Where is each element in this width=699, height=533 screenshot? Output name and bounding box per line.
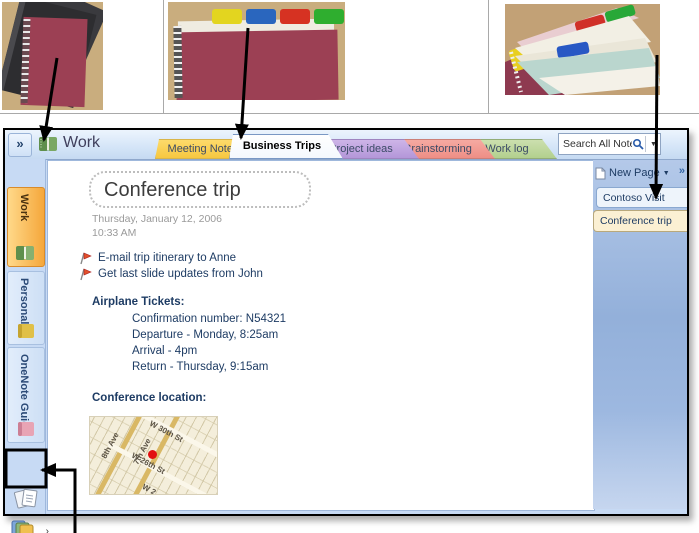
todo-text: E-mail trip itinerary to Anne bbox=[98, 251, 237, 264]
expand-chevron-icon: › bbox=[45, 526, 49, 533]
photo-notebook-with-tabs bbox=[168, 2, 345, 100]
todo-item[interactable]: Get last slide updates from John bbox=[78, 266, 263, 281]
chevron-down-icon: ▼ bbox=[650, 140, 657, 148]
sidebar-item-personal[interactable]: Personal bbox=[7, 271, 45, 345]
search-icon bbox=[632, 138, 644, 150]
collapse-page-tabs-button[interactable]: » bbox=[679, 165, 685, 177]
notebook-tab-label: Work bbox=[18, 194, 30, 222]
red-tab-chip bbox=[280, 9, 310, 24]
page-date: Thursday, January 12, 2006 bbox=[92, 213, 222, 225]
spiral-binding bbox=[173, 25, 183, 99]
divider-line-vertical-right bbox=[488, 0, 489, 113]
screenshot-root: » Work Meeting Notes Business Trips Proj… bbox=[0, 0, 699, 533]
sidebar-item-work[interactable]: Work bbox=[7, 187, 45, 267]
page-tab-label: Contoso Visit bbox=[603, 192, 665, 204]
maroon-notebook-cover bbox=[175, 29, 339, 100]
chevron-double-icon: » bbox=[16, 136, 24, 151]
page-tab-contoso-visit[interactable]: Contoso Visit bbox=[596, 187, 687, 208]
section-tab-label: Meeting Notes bbox=[167, 143, 239, 155]
navigation-bar: Work Personal OneNote Guide › bbox=[5, 159, 49, 533]
onenote-window: » Work Meeting Notes Business Trips Proj… bbox=[3, 128, 689, 533]
notebook-title: Work bbox=[63, 134, 101, 151]
map-location-marker bbox=[148, 450, 157, 459]
search-box[interactable]: Search All Notebooks ▼ bbox=[558, 133, 661, 155]
all-notebooks-button[interactable]: › bbox=[9, 518, 49, 533]
red-flag-icon bbox=[80, 268, 92, 280]
unfiled-notes-icon bbox=[13, 488, 38, 509]
guide-notebook-icon bbox=[18, 422, 34, 436]
maroon-notebook bbox=[20, 16, 88, 108]
open-notebook-illustration bbox=[505, 4, 660, 95]
ticket-detail: Departure - Monday, 8:25am bbox=[132, 329, 279, 341]
yellow-tab-chip bbox=[212, 9, 242, 24]
todo-item[interactable]: E-mail trip itinerary to Anne bbox=[78, 250, 236, 265]
notebook-tab-label: Personal bbox=[18, 278, 30, 325]
new-page-button[interactable]: New Page ▼ bbox=[595, 163, 673, 183]
page-tab-conference-trip[interactable]: Conference trip bbox=[593, 210, 687, 232]
search-divider bbox=[645, 136, 646, 152]
header-bar: » Work Meeting Notes Business Trips Proj… bbox=[5, 130, 687, 160]
personal-notebook-icon bbox=[18, 324, 34, 338]
divider-line-vertical-left bbox=[163, 0, 164, 113]
page-tabs-pane: New Page ▼ » Contoso Visit Conference tr… bbox=[593, 160, 687, 509]
blue-tab-chip bbox=[246, 9, 276, 24]
search-scope-dropdown[interactable]: ▼ bbox=[647, 141, 660, 148]
divider-line-horizontal bbox=[0, 113, 699, 114]
unfiled-notes-button[interactable] bbox=[9, 483, 43, 515]
map-image: 8th Ave 7th Ave W 30th St W 26th St W 2 bbox=[89, 416, 218, 495]
ticket-detail: Confirmation number: N54321 bbox=[132, 313, 287, 325]
chevron-down-icon: ▼ bbox=[662, 169, 670, 177]
notebook-icon bbox=[39, 137, 57, 151]
spiral-binding bbox=[20, 18, 31, 104]
red-flag-icon bbox=[80, 252, 92, 264]
chevron-double-icon: » bbox=[678, 165, 685, 177]
photo-open-notebook-sections bbox=[505, 4, 660, 95]
todo-text: Get last slide updates from John bbox=[98, 267, 263, 280]
work-notebook-icon bbox=[16, 246, 34, 260]
search-input[interactable]: Search All Notebooks bbox=[559, 138, 632, 150]
page-title[interactable]: Conference trip bbox=[89, 171, 311, 208]
ticket-detail: Arrival - 4pm bbox=[132, 345, 198, 357]
navbar-collapse-button[interactable]: » bbox=[8, 133, 32, 157]
section-tab-label: Work log bbox=[485, 143, 529, 155]
conference-location-heading: Conference location: bbox=[92, 392, 207, 404]
new-page-icon bbox=[595, 167, 606, 179]
photo-spiral-notebooks bbox=[2, 2, 103, 110]
sidebar-item-onenote-guide[interactable]: OneNote Guide bbox=[7, 347, 45, 443]
page-canvas[interactable]: Conference trip Thursday, January 12, 20… bbox=[47, 160, 595, 511]
section-tab-label: Business Trips bbox=[242, 140, 322, 152]
new-page-label: New Page bbox=[609, 167, 660, 179]
notebook-stack-icon bbox=[11, 520, 34, 533]
section-tab-business-trips[interactable]: Business Trips bbox=[229, 134, 343, 159]
page-tab-label: Conference trip bbox=[600, 215, 672, 227]
ticket-detail: Return - Thursday, 9:15am bbox=[132, 361, 269, 373]
green-tab-chip bbox=[314, 9, 344, 24]
airplane-tickets-heading: Airplane Tickets: bbox=[92, 296, 185, 308]
page-time: 10:33 AM bbox=[92, 227, 137, 239]
